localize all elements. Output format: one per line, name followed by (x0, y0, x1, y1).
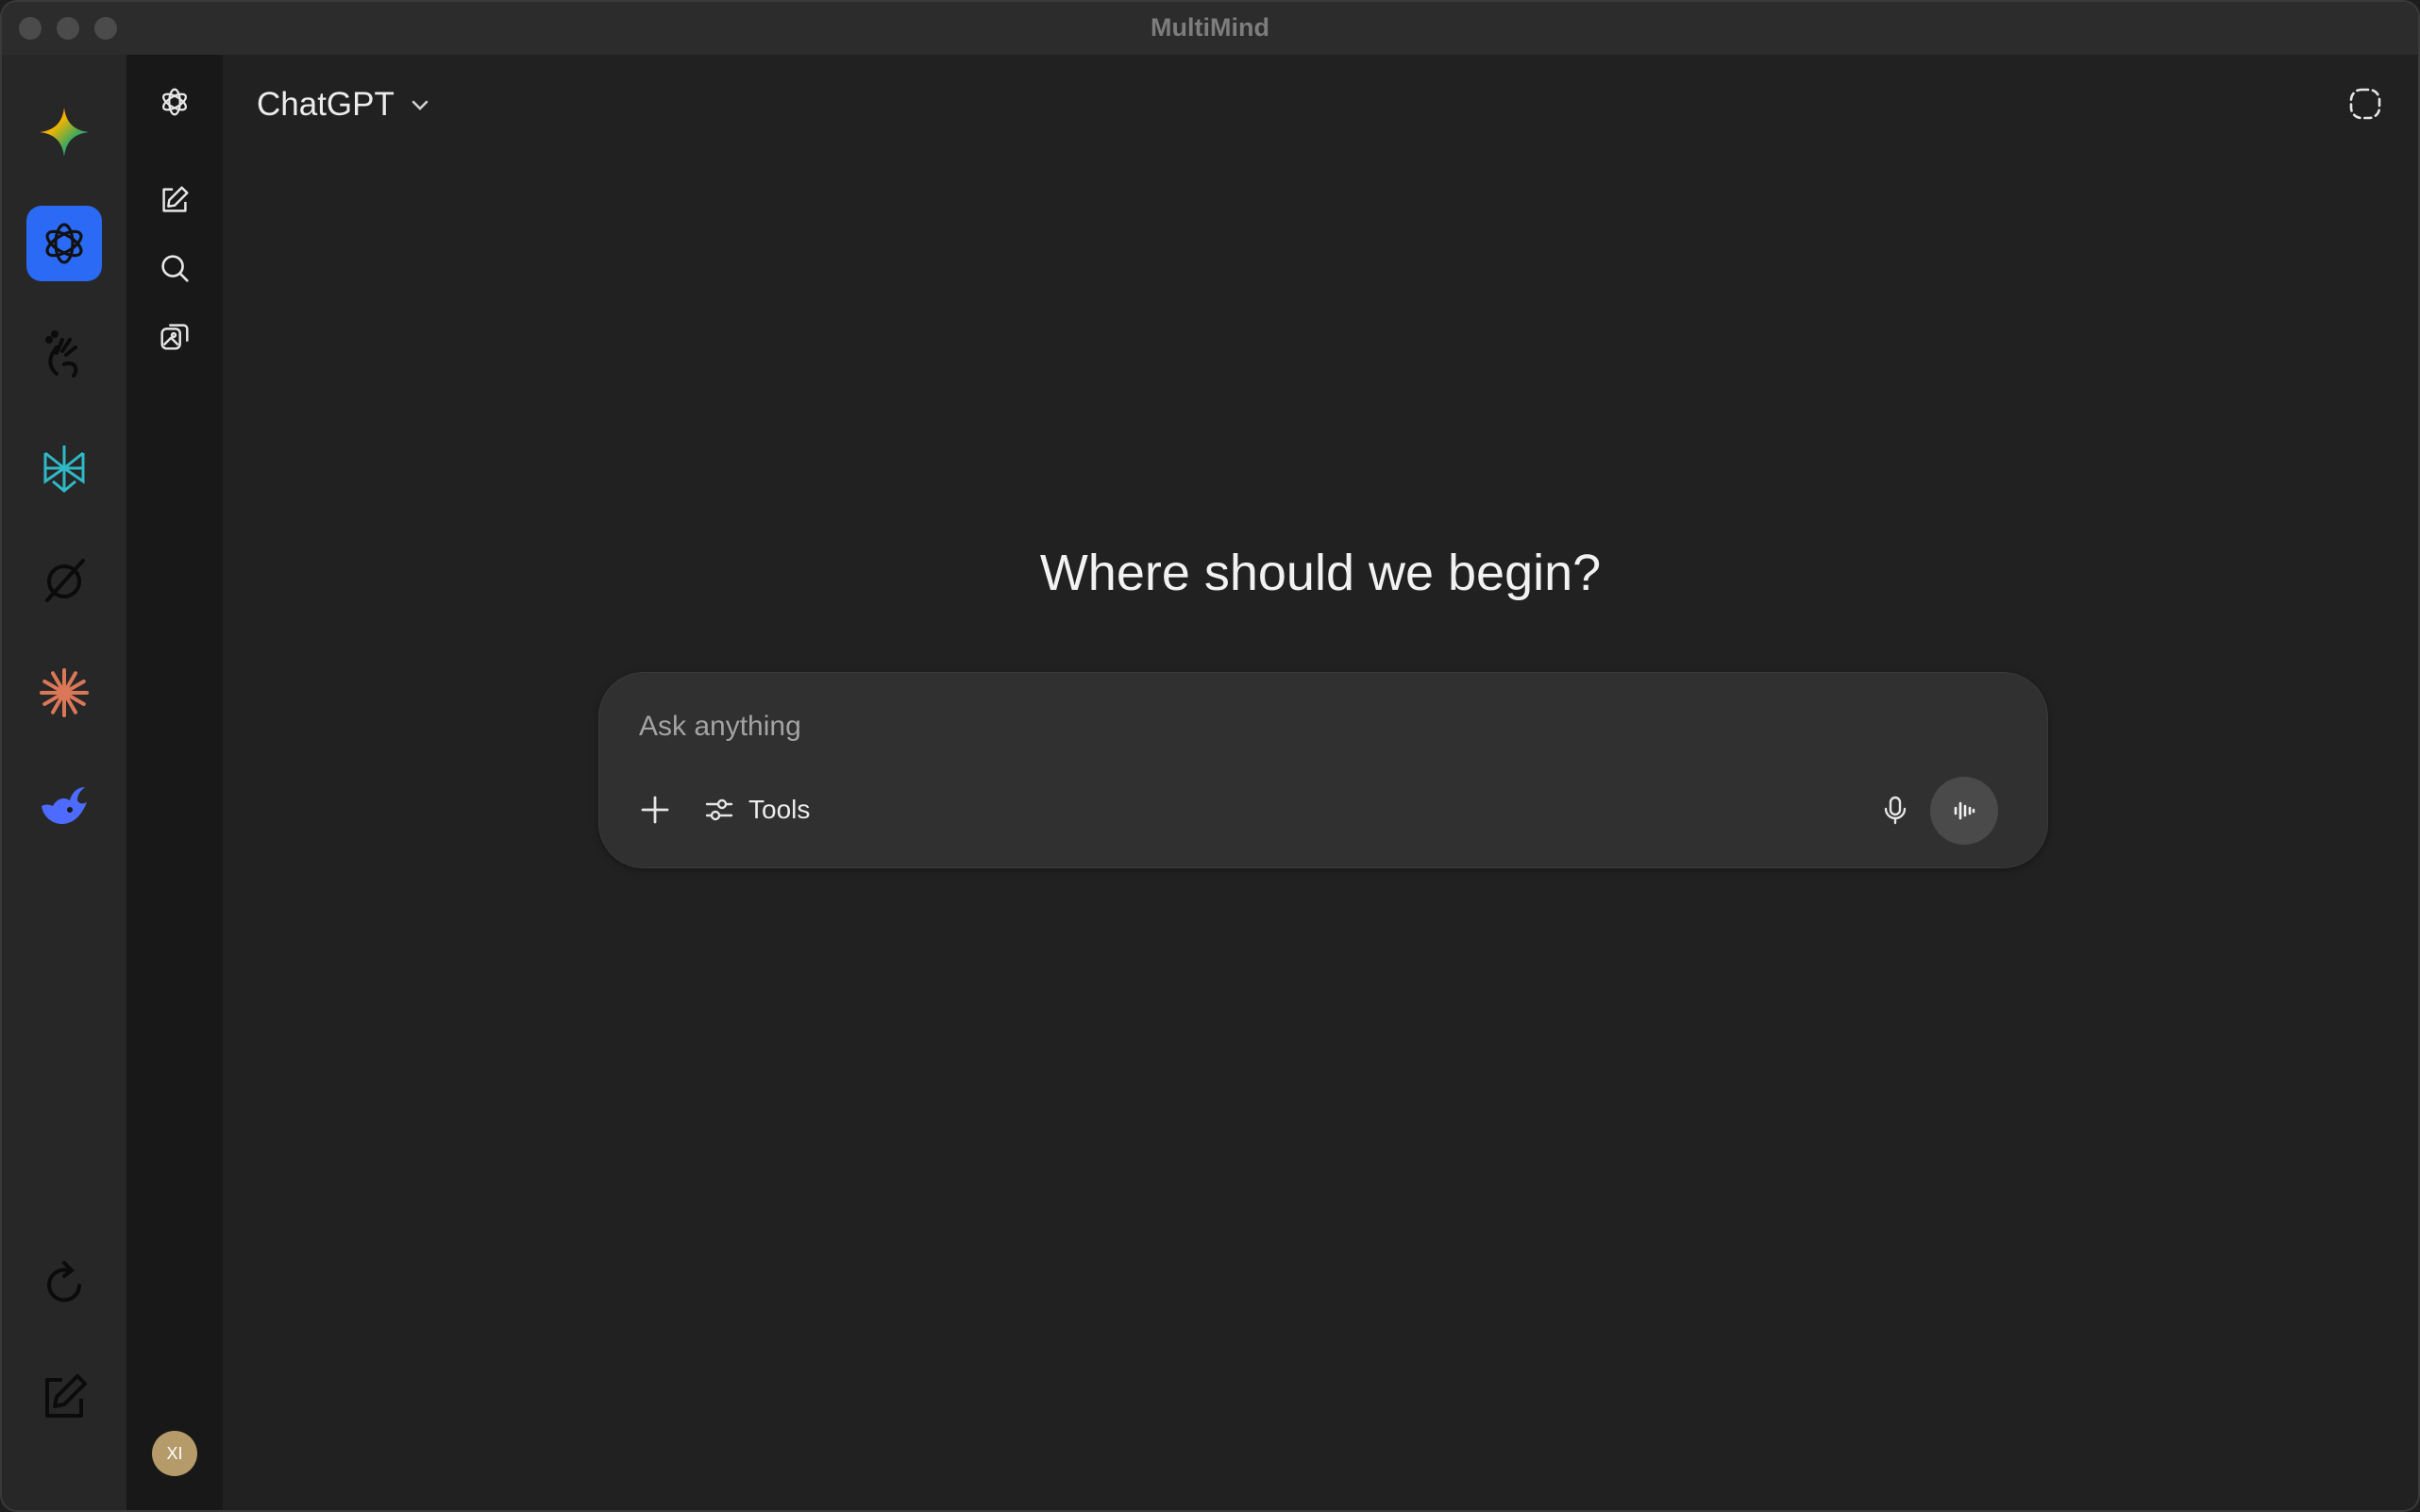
add-attachment-button[interactable] (630, 784, 681, 835)
sliders-icon (705, 798, 733, 821)
openai-icon (161, 88, 188, 116)
tools-button[interactable]: Tools (694, 784, 819, 835)
rail-item-grok[interactable] (26, 542, 102, 617)
voice-waveform-icon (1954, 801, 1975, 820)
dictate-button[interactable] (1870, 784, 1921, 835)
hand-icon (45, 330, 78, 378)
search-icon (161, 255, 189, 282)
app-rail (2, 55, 128, 1510)
chevron-down-icon (412, 100, 429, 110)
reload-icon (47, 1261, 81, 1302)
temporary-chat-icon[interactable] (2346, 85, 2384, 123)
prompt-input[interactable] (637, 697, 1962, 756)
rail-item-deepseek[interactable] (26, 768, 102, 844)
search-chats-button[interactable] (144, 238, 205, 298)
user-avatar[interactable]: XI (152, 1431, 197, 1476)
new-chat-icon (162, 186, 189, 212)
composer: Tools (598, 672, 2048, 868)
claude-starburst-icon (40, 668, 89, 717)
rail-edit-button[interactable] (26, 1359, 102, 1435)
voice-mode-button[interactable] (1930, 777, 1998, 845)
rail-item-perplexity[interactable] (26, 430, 102, 506)
library-button[interactable] (144, 306, 205, 366)
microphone-icon (1884, 796, 1907, 825)
main-panel: ChatGPT Where should we begin? Tools (223, 55, 2418, 1510)
page-headline: Where should we begin? (1039, 545, 1602, 601)
rail-item-gemini[interactable] (26, 94, 102, 170)
tools-label: Tools (748, 795, 811, 824)
rail-item-chatgpt[interactable] (26, 206, 102, 281)
rail-item-hand[interactable] (26, 317, 102, 393)
plus-icon (641, 796, 669, 824)
model-selector[interactable]: ChatGPT (257, 81, 432, 128)
perplexity-icon (43, 445, 85, 493)
rail-reload-button[interactable] (26, 1246, 102, 1321)
chatgpt-logo-button[interactable] (144, 72, 205, 132)
gemini-sparkle-icon (40, 108, 89, 157)
rail-item-claude[interactable] (26, 655, 102, 731)
openai-icon (45, 223, 83, 264)
grok-icon (45, 559, 85, 602)
title-bar: MultiMind (2, 2, 2418, 57)
edit-icon (45, 1374, 87, 1418)
app-window: MultiMind XI ChatGPT Where should we beg… (0, 0, 2420, 1512)
model-name: ChatGPT (257, 86, 395, 123)
chat-sidebar: XI (126, 55, 225, 1510)
images-icon (160, 324, 189, 350)
app-title: MultiMind (1151, 13, 1269, 42)
deepseek-whale-icon (42, 787, 87, 825)
new-chat-button[interactable] (144, 170, 205, 230)
